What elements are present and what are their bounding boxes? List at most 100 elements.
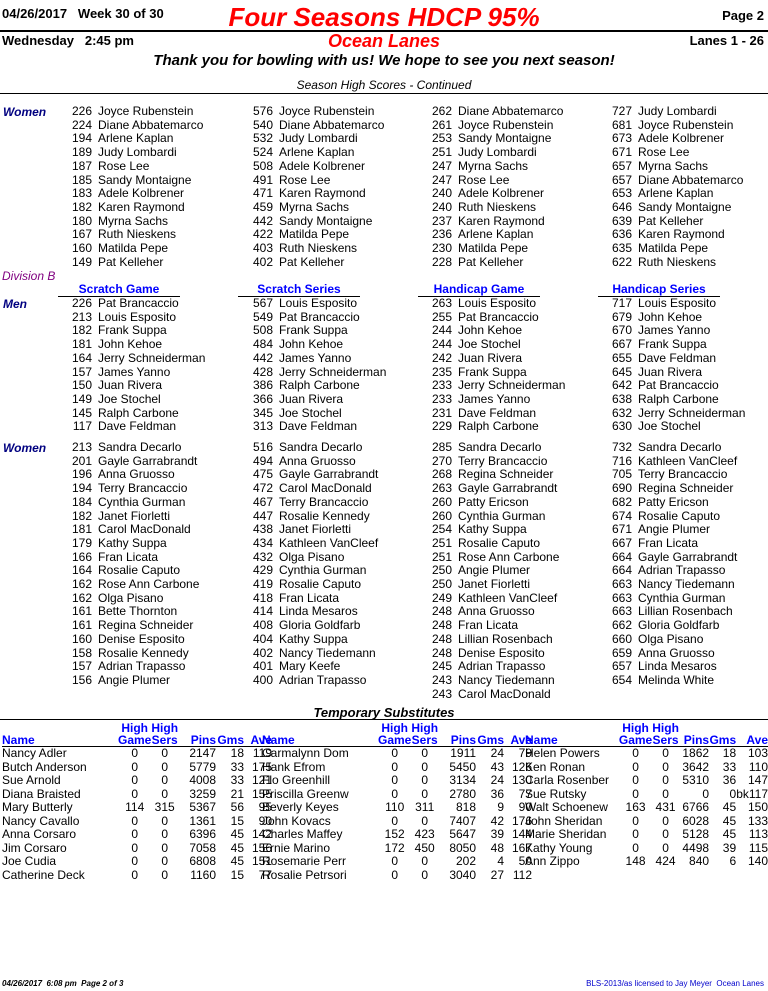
- score-row: 201 Gayle Garrabrandt: [68, 454, 199, 469]
- sub-games: 33: [230, 773, 245, 787]
- men-label: Men: [3, 297, 27, 311]
- sub-row: Rosalie Petrsori 0 0 3040 27 112: [262, 868, 532, 883]
- score-row: 240 Ruth Nieskens: [428, 200, 563, 215]
- bowler-name: Ralph Carbone: [638, 391, 719, 406]
- score-value: 438: [252, 522, 273, 537]
- league-title: Four Seasons HDCP 95%: [228, 2, 540, 32]
- score-value: 167: [71, 227, 92, 242]
- sub-high-series: 0: [161, 759, 169, 774]
- sub-pins: 5779: [189, 759, 217, 774]
- sub-name: Helen Powers: [525, 746, 600, 760]
- bowler-name: Adele Kolbrener: [279, 158, 366, 173]
- score-row: 438 Janet Fiorletti: [249, 523, 378, 537]
- bowler-name: Rose Lee: [638, 145, 690, 160]
- lanes-label: Lanes 1 - 26: [689, 33, 764, 48]
- score-column: 213 Sandra Decarlo 201 Gayle Garrabrandt 196…: [68, 440, 199, 688]
- sub-row: Jim Corsaro 0 0 7058 45 156: [2, 841, 272, 856]
- score-value: 183: [71, 186, 92, 201]
- bowler-name: Ralph Carbone: [279, 378, 360, 393]
- bowler-name: Pat Kelleher: [279, 254, 345, 269]
- bowler-name: Judy Lombardi: [279, 131, 358, 146]
- score-row: 247 Myrna Sachs: [428, 159, 563, 174]
- score-row: 494 Anna Gruosso: [249, 454, 378, 469]
- women-label-div-b: Women: [3, 441, 47, 455]
- score-row: 402 Nancy Tiedemann: [249, 646, 378, 661]
- bowler-name: Ralph Carbone: [98, 405, 179, 420]
- score-value: 671: [611, 522, 632, 537]
- score-row: 418 Fran Licata: [249, 591, 378, 606]
- score-value: 636: [611, 227, 632, 242]
- sub-row: Diana Braisted 0 0 3259 21 155: [2, 786, 272, 802]
- score-row: 149 Joe Stochel: [68, 392, 205, 407]
- score-row: 229 Ralph Carbone: [428, 420, 565, 434]
- score-value: 164: [71, 563, 92, 578]
- score-value: 250: [431, 563, 452, 578]
- sub-name: Priscilla Greenw: [262, 786, 349, 801]
- score-row: 622 Ruth Nieskens: [608, 254, 743, 270]
- sub-high-series: 0: [421, 759, 429, 774]
- bowler-name: Gayle Garrabrandt: [279, 467, 379, 482]
- score-row: 663 Lillian Rosenbach: [608, 605, 737, 619]
- bowler-name: Sandy Montaigne: [638, 199, 732, 214]
- sub-high-game: 0: [632, 840, 639, 855]
- sub-average: 150: [747, 800, 768, 814]
- score-value: 270: [431, 453, 452, 468]
- sub-high-series: 0: [161, 786, 169, 801]
- score-value: 524: [252, 145, 273, 160]
- score-value: 237: [431, 213, 452, 228]
- score-row: 491 Rose Lee: [249, 173, 384, 188]
- sub-high-game: 0: [391, 854, 399, 868]
- score-row: 244 Joe Stochel: [428, 337, 565, 352]
- bowler-name: Juan Rivera: [279, 391, 344, 406]
- score-value: 472: [252, 481, 273, 496]
- bowler-name: Rosalie Kennedy: [279, 508, 370, 523]
- score-row: 408 Gloria Goldfarb: [249, 618, 378, 633]
- score-row: 667 Fran Licata: [608, 536, 737, 551]
- score-value: 236: [431, 227, 452, 242]
- bowler-name: Lillian Rosenbach: [458, 631, 553, 646]
- score-column: 262 Diane Abbatemarco 261 Joyce Rubenstein 2…: [428, 104, 563, 269]
- score-row: 182 Karen Raymond: [68, 200, 203, 215]
- score-value: 157: [71, 659, 92, 674]
- score-value: 657: [611, 172, 632, 187]
- sub-games: 15: [230, 867, 245, 882]
- sub-high-series: 315: [154, 800, 175, 814]
- bowler-name: Ruth Nieskens: [638, 254, 717, 269]
- bowler-name: Terry Brancaccio: [279, 494, 369, 509]
- score-row: 183 Adele Kolbrener: [68, 187, 203, 201]
- subs-rule: [0, 719, 768, 720]
- sub-pins: 2147: [189, 746, 217, 760]
- score-value: 484: [252, 337, 273, 352]
- sub-high-game: 0: [632, 759, 639, 774]
- subs-header-name: Name: [2, 734, 118, 747]
- score-value: 664: [611, 563, 632, 578]
- score-row: 717 Louis Esposito: [608, 296, 745, 311]
- sub-high-game: 163: [625, 800, 646, 814]
- sub-pins: 0: [702, 786, 710, 801]
- bowler-name: Sandy Montaigne: [98, 172, 192, 187]
- score-row: 158 Rosalie Kennedy: [68, 646, 199, 661]
- bowler-name: Joe Stochel: [458, 337, 521, 352]
- bowler-name: Pat Brancaccio: [638, 378, 719, 393]
- score-value: 653: [611, 186, 632, 201]
- score-value: 670: [611, 323, 632, 338]
- score-row: 243 Nancy Tiedemann: [428, 673, 559, 688]
- sub-high-game: 0: [632, 773, 639, 787]
- sub-games: 21: [230, 786, 245, 801]
- score-value: 663: [611, 590, 632, 605]
- score-value: 638: [611, 391, 632, 406]
- score-value: 727: [611, 104, 632, 118]
- score-value: 403: [252, 241, 273, 256]
- sub-pins: 1160: [190, 867, 217, 882]
- bowler-name: Louis Esposito: [98, 309, 177, 324]
- score-row: 671 Rose Lee: [608, 145, 743, 160]
- sub-row: Marie Sheridan 0 0 5128 45 113: [525, 827, 768, 842]
- score-value: 673: [611, 131, 632, 146]
- sub-pins: 5450: [449, 759, 477, 774]
- score-value: 716: [611, 453, 632, 468]
- score-row: 484 John Kehoe: [249, 337, 386, 352]
- bowler-name: Terry Brancaccio: [458, 453, 548, 468]
- bowler-name: Sandra Decarlo: [458, 440, 542, 454]
- score-value: 657: [611, 158, 632, 173]
- bowler-name: Rose Ann Carbone: [458, 549, 560, 564]
